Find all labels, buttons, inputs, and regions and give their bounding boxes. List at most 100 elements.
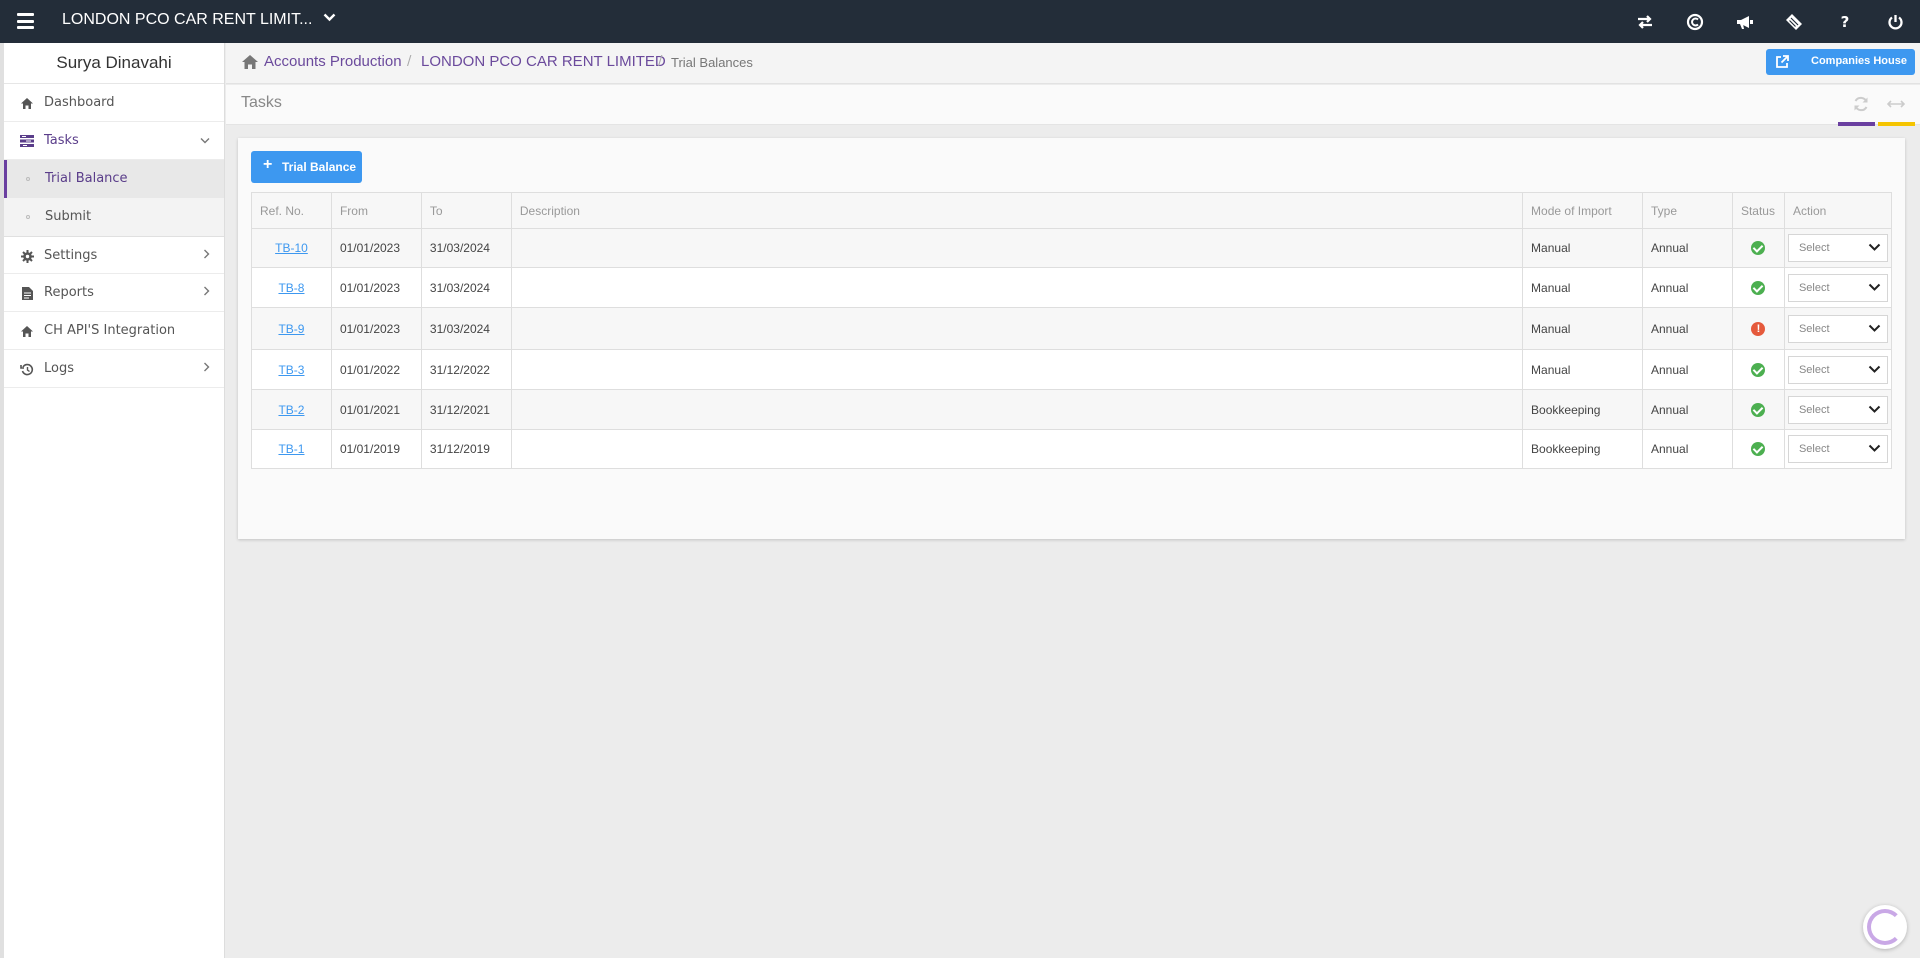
status-cell: ! [1731, 307, 1785, 350]
ref-link[interactable]: TB-2 [278, 403, 304, 417]
description-cell [510, 349, 1524, 390]
action-cell: Select [1783, 228, 1893, 268]
refresh-icon[interactable] [1852, 95, 1870, 113]
trial-balance-panel: + Trial Balance Ref. No. From To Descrip… [238, 138, 1905, 539]
megaphone-icon[interactable] [1732, 10, 1756, 34]
to-cell: 31/03/2024 [420, 307, 512, 350]
action-select-value: Select [1798, 322, 1830, 335]
sidebar-item-label: CH API'S Integration [44, 323, 176, 338]
sidebar-item-tasks[interactable]: Tasks [4, 122, 224, 160]
sidebar-item-ch-api-integration[interactable]: CH API'S Integration [4, 312, 224, 350]
to-cell: 31/12/2019 [420, 429, 512, 469]
mode-cell: Bookkeeping [1522, 429, 1643, 469]
chevron-down-icon [323, 13, 336, 22]
action-select-value: Select [1798, 281, 1830, 294]
action-select[interactable]: Select [1787, 435, 1888, 463]
transfer-icon[interactable] [1633, 10, 1657, 34]
currency-icon[interactable] [1683, 10, 1707, 34]
expand-icon[interactable] [1886, 95, 1906, 113]
action-select[interactable]: Select [1787, 314, 1888, 343]
history-icon [20, 350, 34, 388]
ref-cell: TB-3 [251, 349, 332, 390]
breadcrumb-separator: / [407, 54, 412, 69]
table-row: TB-10 01/01/2023 31/03/2024 Manual Annua… [251, 228, 1893, 268]
description-cell [510, 267, 1524, 308]
ref-link[interactable]: TB-8 [278, 281, 304, 295]
chevron-right-icon [203, 274, 210, 312]
companies-house-label: Companies House [1811, 55, 1907, 67]
chevron-right-icon [203, 237, 210, 275]
ref-link[interactable]: TB-9 [278, 322, 304, 336]
add-trial-balance-label: Trial Balance [282, 160, 357, 174]
company-switcher[interactable]: LONDON PCO CAR RENT LIMIT... [62, 11, 336, 29]
sidebar-item-label: Submit [45, 209, 92, 224]
mode-cell: Manual [1522, 267, 1643, 308]
ticket-icon[interactable] [1782, 10, 1806, 34]
header-from[interactable]: From [330, 192, 422, 229]
status-cell [1731, 349, 1785, 390]
header-action[interactable]: Action [1783, 192, 1893, 229]
description-cell [510, 389, 1524, 430]
chevron-down-icon [1868, 243, 1881, 251]
status-cell [1731, 228, 1785, 268]
ref-link[interactable]: TB-3 [278, 363, 304, 377]
sidebar-item-label: Logs [44, 361, 74, 376]
type-cell: Annual [1642, 349, 1733, 390]
hamburger-icon[interactable] [17, 12, 34, 30]
breadcrumb-company[interactable]: LONDON PCO CAR RENT LIMITED [421, 53, 666, 70]
header-to[interactable]: To [420, 192, 512, 229]
to-cell: 31/03/2024 [420, 267, 512, 308]
file-icon [20, 274, 34, 312]
mode-cell: Manual [1522, 307, 1643, 350]
check-circle-icon [1751, 402, 1766, 417]
action-select-value: Select [1798, 363, 1830, 376]
action-select[interactable]: Select [1787, 273, 1888, 302]
power-icon[interactable] [1883, 10, 1907, 34]
header-mode-of-import[interactable]: Mode of Import [1522, 192, 1643, 229]
breadcrumb-accounts-production[interactable]: Accounts Production [264, 53, 402, 70]
breadcrumb: Accounts Production / LONDON PCO CAR REN… [226, 43, 1920, 84]
sidebar-item-dashboard[interactable]: Dashboard [4, 84, 224, 122]
action-select-value: Select [1798, 242, 1830, 254]
tasks-icon [20, 122, 34, 160]
ref-cell: TB-10 [251, 228, 332, 268]
description-cell [510, 429, 1524, 469]
sidebar-item-logs[interactable]: Logs [4, 350, 224, 388]
home-icon [20, 84, 34, 122]
action-select-value: Select [1798, 403, 1830, 416]
sidebar-item-submit[interactable]: Submit [4, 198, 224, 236]
action-select-value: Select [1798, 443, 1830, 455]
action-select[interactable]: Select [1787, 395, 1888, 424]
header-type[interactable]: Type [1642, 192, 1733, 229]
header-description[interactable]: Description [510, 192, 1524, 229]
chevron-down-icon [200, 122, 210, 160]
add-trial-balance-button[interactable]: + Trial Balance [251, 151, 362, 183]
table-row: TB-1 01/01/2019 31/12/2019 Bookkeeping A… [251, 429, 1893, 469]
header-status[interactable]: Status [1731, 192, 1785, 229]
header-ref-no[interactable]: Ref. No. [251, 192, 332, 229]
action-select[interactable]: Select [1787, 355, 1888, 384]
action-cell: Select [1783, 349, 1893, 390]
chevron-down-icon [1868, 365, 1881, 373]
ref-link[interactable]: TB-1 [278, 442, 304, 456]
sidebar-item-settings[interactable]: Settings [4, 236, 224, 274]
help-icon[interactable]: ? [1833, 10, 1857, 34]
to-cell: 31/03/2024 [420, 228, 512, 268]
table-header-row: Ref. No. From To Description Mode of Imp… [251, 192, 1893, 229]
user-name: Surya Dinavahi [4, 43, 224, 84]
breadcrumb-current: Trial Balances [671, 55, 753, 70]
gear-icon [20, 237, 34, 275]
ref-cell: TB-1 [251, 429, 332, 469]
action-select[interactable]: Select [1787, 234, 1888, 262]
sidebar-item-reports[interactable]: Reports [4, 274, 224, 312]
sidebar-item-trial-balance[interactable]: Trial Balance [4, 160, 224, 198]
description-cell [510, 228, 1524, 268]
check-circle-icon [1751, 241, 1766, 256]
action-cell: Select [1783, 389, 1893, 430]
from-cell: 01/01/2021 [330, 389, 422, 430]
error-circle-icon: ! [1751, 321, 1766, 336]
home-icon[interactable] [241, 54, 258, 71]
ref-link[interactable]: TB-10 [275, 241, 308, 255]
from-cell: 01/01/2022 [330, 349, 422, 390]
companies-house-button[interactable]: Companies House [1766, 49, 1915, 75]
